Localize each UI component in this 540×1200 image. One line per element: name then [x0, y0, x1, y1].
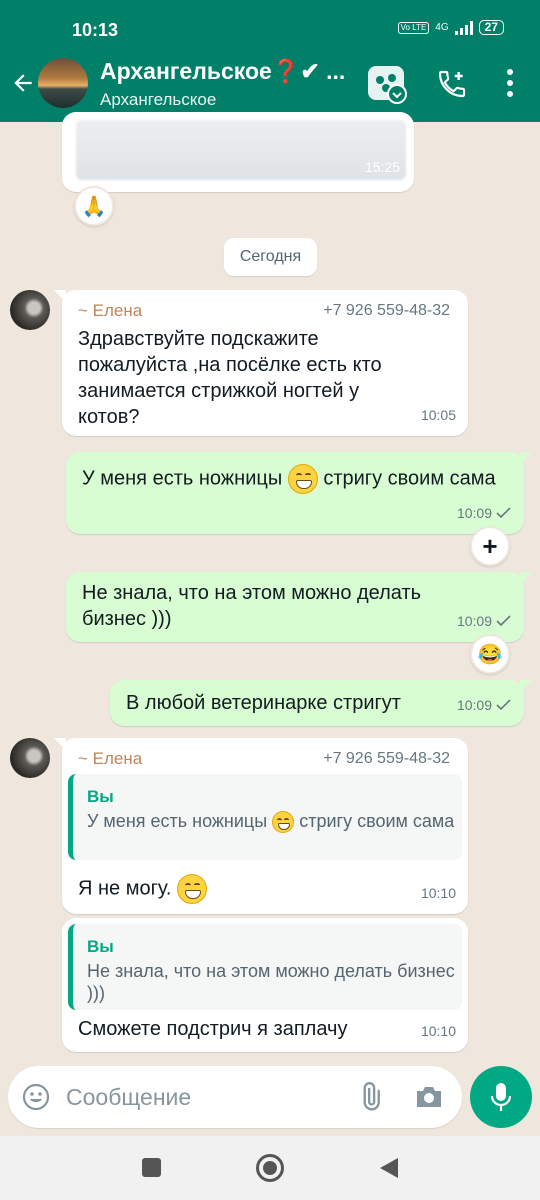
attach-icon[interactable] — [356, 1082, 384, 1112]
quote-author: Вы — [87, 787, 114, 806]
add-reaction-icon[interactable]: + — [470, 526, 510, 566]
emoji-icon[interactable] — [22, 1083, 50, 1111]
chat-header: 10:13 Vo LTE 4G 27 Архангельское❓✔ ... А… — [0, 0, 540, 122]
outgoing-message[interactable]: В любой ветеринарке стригут 10:09 — [110, 680, 532, 726]
message-status: 10:09 — [457, 608, 512, 634]
status-time: 10:13 — [72, 20, 119, 40]
message-time: 15:25 — [364, 159, 400, 175]
battery-indicator: 27 — [478, 20, 504, 35]
home-dot — [263, 1161, 277, 1175]
sent-check-icon — [496, 507, 511, 519]
reaction-joy[interactable]: 😂 — [470, 634, 510, 674]
sender-name[interactable]: ~ Елена — [78, 298, 142, 324]
quote-text: Не знала, что на этом можно делать бизне… — [87, 961, 455, 1003]
more-options-icon[interactable] — [496, 68, 524, 98]
message-status: 10:09 — [457, 500, 512, 526]
message-text: В любой ветеринарке стригут — [126, 692, 401, 714]
sent-check-icon — [496, 699, 511, 711]
message-time: 10:10 — [420, 1023, 456, 1039]
back-button[interactable] — [378, 1156, 400, 1180]
incoming-reply-message[interactable]: ~ Елена +7 926 559-48-32 Вы У меня есть … — [54, 738, 468, 914]
blurred-preview — [76, 120, 406, 180]
sender-avatar[interactable] — [10, 738, 50, 778]
incoming-message[interactable]: ~ Елена +7 926 559-48-32 Здравствуйте по… — [54, 290, 468, 436]
home-button[interactable] — [256, 1154, 284, 1182]
message-list[interactable]: 15:25 🙏 Сегодня ~ Елена +7 926 559-48-32… — [0, 112, 540, 1132]
quoted-message[interactable]: Вы У меня есть ножницы стригу своим сама — [68, 774, 462, 860]
status-icons: Vo LTE 4G 27 — [397, 20, 504, 35]
microphone-icon — [490, 1083, 512, 1111]
message-text: Не знала, что на этом можно делать бизне… — [82, 582, 422, 630]
community-icon[interactable] — [368, 66, 408, 104]
message-input[interactable] — [66, 1078, 336, 1116]
group-avatar[interactable] — [38, 58, 88, 108]
quoted-message[interactable]: Вы Не знала, что на этом можно делать би… — [68, 924, 462, 1010]
recents-button[interactable] — [142, 1158, 161, 1177]
grin-emoji-icon — [177, 874, 208, 904]
sender-avatar[interactable] — [10, 290, 50, 330]
camera-icon[interactable] — [414, 1083, 444, 1111]
sender-phone: +7 926 559-48-32 — [323, 750, 450, 767]
message-text: Сможете подстрич я заплачу — [78, 1018, 348, 1040]
sender-phone: +7 926 559-48-32 — [323, 302, 450, 319]
add-call-icon[interactable] — [436, 68, 468, 100]
chat-subtitle[interactable]: Архангельское — [100, 90, 216, 110]
previous-message[interactable]: 15:25 — [62, 112, 414, 192]
signal-icon — [454, 20, 473, 35]
network-type: 4G — [435, 22, 449, 33]
message-text: Здравствуйте подскажите пожалуйста ,на п… — [78, 328, 382, 428]
quote-author: Вы — [87, 937, 114, 956]
message-time: 10:10 — [420, 885, 456, 901]
back-arrow-icon[interactable] — [10, 70, 36, 96]
system-navigation-bar — [0, 1136, 540, 1200]
outgoing-message[interactable]: У меня есть ножницы стригу своим сама 10… — [66, 452, 532, 534]
message-status: 10:09 — [457, 692, 512, 718]
grin-emoji-icon — [272, 811, 295, 834]
sender-name[interactable]: ~ Елена — [78, 746, 142, 772]
message-time: 10:05 — [420, 407, 456, 423]
status-bar: 10:13 Vo LTE 4G 27 — [0, 0, 540, 52]
message-composer — [8, 1066, 462, 1128]
incoming-reply-message[interactable]: Вы Не знала, что на этом можно делать би… — [62, 918, 468, 1052]
grin-emoji-icon — [287, 464, 318, 494]
message-text: У меня есть ножницы стригу своим сама — [82, 464, 502, 494]
outgoing-message[interactable]: Не знала, что на этом можно делать бизне… — [66, 572, 532, 642]
date-divider: Сегодня — [224, 238, 317, 276]
sent-check-icon — [496, 615, 511, 627]
voice-message-button[interactable] — [470, 1066, 532, 1128]
quote-text: У меня есть ножницы стригу своим сама — [87, 810, 467, 834]
reaction-pray[interactable]: 🙏 — [74, 186, 114, 226]
chat-title[interactable]: Архангельское❓✔ ... — [100, 58, 360, 85]
message-text: Я не могу. — [78, 874, 208, 904]
volte-icon: Vo LTE — [397, 21, 430, 34]
